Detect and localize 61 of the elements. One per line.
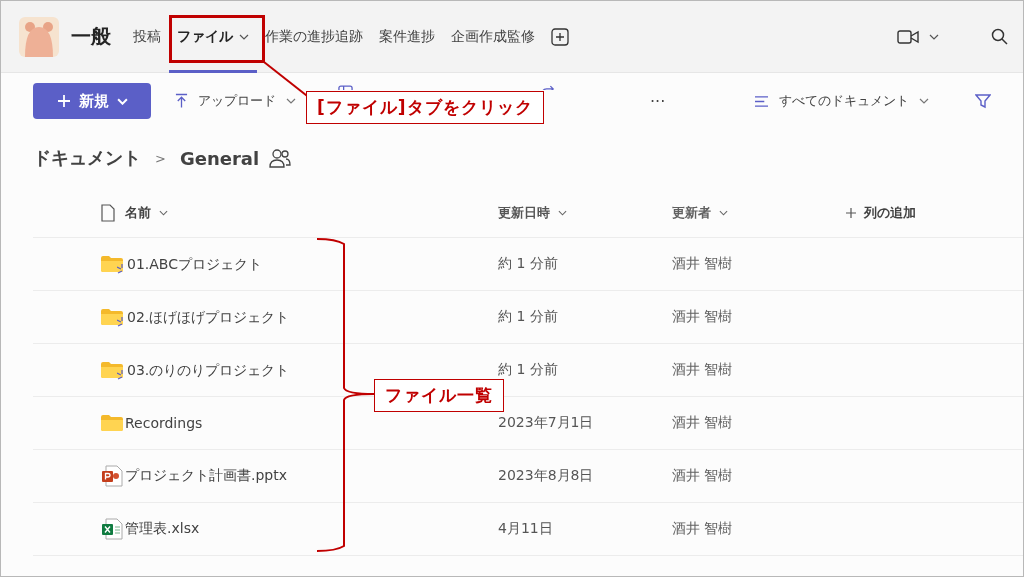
chevron-icon	[919, 98, 929, 104]
upload-button[interactable]: アップロード	[169, 91, 302, 111]
add-column-button[interactable]: 列の追加	[846, 204, 916, 222]
breadcrumb-separator: >	[155, 150, 166, 166]
file-name-link[interactable]: Recordings	[125, 415, 203, 431]
excel-file-icon	[101, 518, 123, 540]
chevron-icon	[116, 97, 128, 105]
modified-by-name: 酒井 智樹	[672, 520, 733, 536]
chevron-icon	[159, 210, 168, 216]
tab[interactable]: 企画作成監修	[443, 1, 543, 73]
modified-date: 2023年7月1日	[498, 414, 594, 430]
list-icon	[754, 94, 769, 108]
tab[interactable]: 案件進捗	[371, 1, 443, 73]
chevron-icon[interactable]	[929, 33, 939, 40]
folder-icon	[101, 256, 123, 272]
modified-by-name: 酒井 智樹	[672, 467, 733, 483]
tab[interactable]: 作業の進捗追跡	[257, 1, 371, 73]
breadcrumb-link[interactable]: ドキュメント	[33, 146, 141, 170]
modified-date: 2023年8月8日	[498, 467, 594, 483]
more-button[interactable]: ···	[644, 90, 672, 112]
column-header[interactable]: 名前	[125, 204, 498, 222]
add-tab-icon[interactable]	[551, 27, 569, 46]
chevron-icon	[719, 210, 728, 216]
tab[interactable]: ファイル	[169, 1, 257, 73]
video-camera-icon[interactable]	[897, 29, 919, 44]
search-icon[interactable]	[991, 27, 1009, 46]
channel-title: 一般	[71, 23, 111, 50]
callout-label: ファイル一覧	[374, 379, 504, 412]
file-name-link[interactable]: 管理表.xlsx	[125, 520, 200, 538]
upload-icon	[175, 93, 188, 109]
modified-date: 4月11日	[498, 520, 553, 536]
file-name-link[interactable]: プロジェクト計画書.pptx	[125, 467, 287, 485]
file-type-icon	[101, 204, 115, 222]
modified-by-name: 酒井 智樹	[672, 361, 733, 377]
chevron-icon	[286, 98, 296, 104]
tab[interactable]: 投稿	[125, 1, 169, 73]
column-header[interactable]: 更新日時	[498, 204, 672, 222]
people-icon[interactable]	[269, 148, 292, 168]
view-selector[interactable]: すべてのドキュメント	[748, 91, 935, 111]
callout-label: [ファイル]タブをクリック	[306, 91, 544, 124]
modified-date: 約 1 分前	[498, 255, 558, 271]
column-header[interactable]: 更新者	[672, 204, 846, 222]
new-button[interactable]: 新規	[33, 83, 151, 119]
folder-icon	[101, 362, 123, 378]
powerpoint-file-icon	[101, 465, 123, 487]
chevron-icon	[558, 210, 567, 216]
breadcrumb-current: General	[179, 147, 260, 169]
folder-icon	[101, 415, 123, 431]
folder-icon	[101, 309, 123, 325]
avatar-icon	[19, 16, 59, 57]
plus-icon	[56, 94, 71, 108]
file-name-link[interactable]: 02.ほげほげプロジェクト	[127, 309, 290, 327]
filter-icon[interactable]	[975, 93, 991, 109]
modified-by-name: 酒井 智樹	[672, 414, 733, 430]
modified-date: 約 1 分前	[498, 361, 558, 377]
plus-icon	[846, 208, 856, 218]
modified-date: 約 1 分前	[498, 308, 558, 324]
modified-by-name: 酒井 智樹	[672, 255, 733, 271]
file-name-link[interactable]: 01.ABCプロジェクト	[127, 256, 262, 274]
modified-by-name: 酒井 智樹	[672, 308, 733, 324]
file-name-link[interactable]: 03.のりのりプロジェクト	[127, 362, 290, 380]
